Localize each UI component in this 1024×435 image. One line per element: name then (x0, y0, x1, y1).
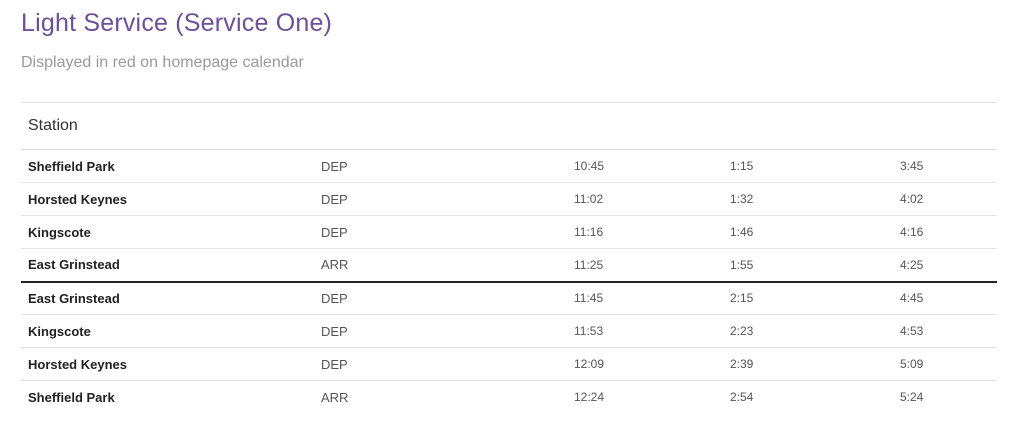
column-header-time-2 (705, 102, 875, 150)
table-row: Horsted Keynes DEP 12:09 2:39 5:09 (21, 347, 997, 381)
station-cell: Kingscote (21, 314, 314, 348)
column-header-time-1 (525, 102, 705, 150)
station-cell: Kingscote (21, 215, 314, 249)
time-cell: 5:09 (875, 347, 997, 381)
table-row: Kingscote DEP 11:53 2:23 4:53 (21, 314, 997, 348)
time-cell: 11:16 (525, 215, 705, 249)
table-row: East Grinstead DEP 11:45 2:15 4:45 (21, 281, 997, 315)
stop-type-cell: DEP (314, 281, 525, 315)
time-cell: 1:46 (705, 215, 875, 249)
time-cell: 2:39 (705, 347, 875, 381)
table-row: Sheffield Park ARR 12:24 2:54 5:24 (21, 381, 997, 414)
time-cell: 12:09 (525, 347, 705, 381)
timetable-header-row: Station (21, 102, 997, 150)
time-cell: 11:45 (525, 281, 705, 315)
station-cell: Horsted Keynes (21, 182, 314, 216)
time-cell: 2:54 (730, 390, 754, 405)
stop-type-cell: DEP (314, 347, 525, 381)
stop-type-cell: DEP (314, 182, 525, 216)
stop-type-cell: ARR (314, 248, 525, 283)
station-cell: East Grinstead (21, 281, 314, 315)
time-cell: 11:53 (525, 314, 705, 348)
stop-type-cell: ARR (321, 389, 349, 405)
station-cell: Sheffield Park (28, 389, 115, 405)
time-cell: 1:15 (705, 149, 875, 183)
time-cell: 11:25 (525, 248, 705, 283)
time-cell: 4:25 (875, 248, 997, 283)
time-cell: 4:53 (875, 314, 997, 348)
time-cell: 4:45 (875, 281, 997, 315)
stop-type-cell: DEP (314, 215, 525, 249)
time-cell: 4:16 (875, 215, 997, 249)
time-cell: 1:32 (705, 182, 875, 216)
station-cell: East Grinstead (21, 248, 314, 283)
page-title: Light Service (Service One) (21, 9, 333, 37)
time-cell: 11:02 (525, 182, 705, 216)
table-row: Sheffield Park DEP 10:45 1:15 3:45 (21, 149, 997, 183)
stop-type-cell: DEP (314, 149, 525, 183)
station-cell: Sheffield Park (21, 149, 314, 183)
timetable: Station Sheffield Park DEP 10:45 1:15 3:… (21, 102, 997, 414)
column-header-type (314, 102, 525, 150)
time-cell: 2:23 (705, 314, 875, 348)
station-cell: Horsted Keynes (21, 347, 314, 381)
table-row: Kingscote DEP 11:16 1:46 4:16 (21, 215, 997, 249)
column-header-station: Station (21, 102, 314, 150)
time-cell: 1:55 (705, 248, 875, 283)
time-cell: 2:15 (705, 281, 875, 315)
column-header-time-3 (875, 102, 997, 150)
time-cell: 10:45 (525, 149, 705, 183)
time-cell: 3:45 (875, 149, 997, 183)
time-cell: 5:24 (900, 390, 924, 405)
table-row: East Grinstead ARR 11:25 1:55 4:25 (21, 248, 997, 283)
page: Light Service (Service One) Displayed in… (0, 0, 1024, 435)
page-subtitle: Displayed in red on homepage calendar (21, 54, 304, 71)
time-cell: 12:24 (574, 390, 605, 405)
stop-type-cell: DEP (314, 314, 525, 348)
table-row: Horsted Keynes DEP 11:02 1:32 4:02 (21, 182, 997, 216)
time-cell: 4:02 (875, 182, 997, 216)
